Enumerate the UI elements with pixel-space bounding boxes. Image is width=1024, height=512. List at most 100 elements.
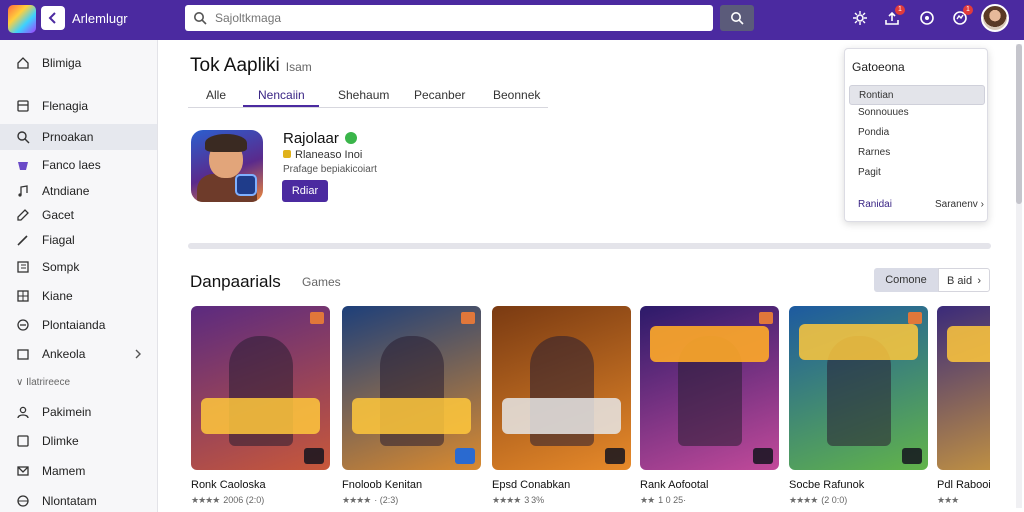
game-card[interactable]: Pdl Rabooidcisn ★★★ [937,306,990,512]
search-button[interactable] [720,5,754,31]
sidebar-item-globe[interactable]: Nlontatam [0,488,157,512]
game-card-meta: ★★★★ (2 0:0) [789,495,847,506]
search-box[interactable] [185,5,713,31]
top-bar: Arlemlugr 1 1 [0,0,1024,40]
category-dropdown: Gatoeona Rontian Sonnouues Pondia Rarnes… [844,48,988,222]
settings-icon [853,11,867,25]
game-card-meta: ★★ 1 0 25· [640,495,686,506]
card-art-badge [908,312,922,324]
card-art-logo [502,398,621,434]
card-art-badge [759,312,773,324]
card-art-logo [799,324,918,360]
sidebar-item-library[interactable]: Flenagia [0,93,157,119]
star-icon [283,150,291,158]
card-art-corner [753,448,773,464]
sidebar-item-mail[interactable]: Mamem [0,458,157,484]
tab-all[interactable]: Alle [206,88,226,102]
featured-install-button[interactable]: Rdiar [282,180,328,202]
featured-app-name[interactable]: Rajolaar [283,130,357,147]
grid-icon [16,289,30,303]
dropdown-item[interactable]: Pondia [849,123,985,143]
game-card[interactable]: Ronk Caoloska ★★★★ 2006 (2:0) [191,306,330,512]
tab-recent[interactable]: Beonnek [493,88,540,102]
sidebar-item-pencil[interactable]: Fiagal [0,227,157,253]
sidebar-item-link[interactable]: Plontaianda [0,312,157,338]
page-title: Tok Aapliki Isam [190,55,312,77]
featured-app-description: Prafage bepiakicoiart [283,164,377,175]
tab-popular[interactable]: Shehaum [338,88,389,102]
segment-right-button[interactable]: B aid › [938,268,990,292]
rating-stars-icon: ★★★★ [191,495,220,505]
folder-icon [16,347,30,361]
avatar[interactable] [981,4,1009,32]
notification-button[interactable]: 1 [950,5,973,28]
game-card-title: Pdl Rabooidcisn [937,479,990,491]
search-icon [194,12,207,25]
search-input[interactable] [215,11,695,25]
sidebar-item-book[interactable]: Sompk [0,254,157,280]
game-card-meta-text: 1 0 25· [658,495,687,505]
game-card[interactable]: Fnoloob Kenitan ★★★★ · (2:3) [342,306,481,512]
tab-top[interactable]: Pecanber [414,88,465,102]
scrollbar-thumb[interactable] [1016,44,1022,204]
featured-app-icon[interactable] [191,130,263,202]
featured-app-rating: Rlaneaso Inoi [283,149,362,161]
section-divider [188,243,991,249]
sidebar-item-grid[interactable]: Kiane [0,283,157,309]
featured-art-hair [205,134,247,152]
settings-button[interactable] [850,8,870,28]
dropdown-footer-right[interactable]: Saranenv › [935,199,984,210]
sidebar-item-label: Blimiga [42,56,82,70]
sidebar-item-label: Ankeola [42,347,86,361]
sidebar-item-search[interactable]: Prnoakan [0,124,157,150]
back-arrow-icon [48,12,56,24]
dropdown-item[interactable]: Pagit [849,163,985,183]
card-art-corner [304,448,324,464]
section-title: Danpaarials [190,272,281,291]
card-art-badge [461,312,475,324]
featured-art-badge [235,174,257,196]
chat-button[interactable] [917,8,937,28]
card-art-logo [201,398,320,434]
link-icon [16,318,30,332]
home-icon [16,56,30,70]
sidebar-item-user[interactable]: Pakimein [0,399,157,425]
game-card-meta-text: · (2:3) [374,495,399,505]
game-card-title: Socbe Rafunok [789,479,865,491]
game-card-art [191,306,330,470]
sidebar-item-home[interactable]: Blimiga [0,50,157,76]
sidebar-item-label: Pakimein [42,405,92,419]
game-card[interactable]: Epsd Conabkan ★★★★ 3 3% [492,306,631,512]
upload-button[interactable]: 1 [882,5,905,28]
game-card[interactable]: Rank Aofootal ★★ 1 0 25· [640,306,779,512]
card-art-corner [455,448,475,464]
segment-left-button[interactable]: Comone [874,268,938,292]
game-card[interactable]: Socbe Rafunok ★★★★ (2 0:0) [789,306,928,512]
back-button[interactable] [41,6,65,30]
dropdown-item[interactable]: Rarnes [849,143,985,163]
sidebar-section-label[interactable]: ∨ Ilatrireece [16,377,70,388]
sidebar-item-edit[interactable]: Gacet [0,202,157,228]
sidebar-item-label: Dlimke [42,434,79,448]
card-art-corner [902,448,922,464]
sidebar-item-folder[interactable]: Ankeola [0,341,157,367]
game-card-meta: ★★★★ · (2:3) [342,495,398,506]
dropdown-footer-left[interactable]: Ranidai [858,199,892,210]
globe-icon [16,494,30,508]
app-title: Arlemlugr [72,11,128,26]
library-icon [16,99,30,113]
sidebar-item-music[interactable]: Atndiane [0,178,157,204]
sidebar-item-games[interactable]: Fanco laes [0,152,157,178]
sidebar-item-box[interactable]: Dlimke [0,428,157,454]
app-logo[interactable] [8,5,36,33]
game-card-art [492,306,631,470]
notification-badge: 1 [963,5,973,15]
game-card-meta-text: 3 3% [524,495,545,505]
tab-new[interactable]: Nencaiin [258,88,305,102]
section-subtitle[interactable]: Games [302,275,341,289]
tab-bar: Alle Nencaiin Shehaum Pecanber Beonnek [188,84,548,108]
verified-icon [344,132,357,144]
featured-rating-text: Rlaneaso Inoi [295,149,363,161]
dropdown-item[interactable]: Sonnouues [849,103,985,123]
dropdown-item[interactable]: Rontian [849,85,985,105]
